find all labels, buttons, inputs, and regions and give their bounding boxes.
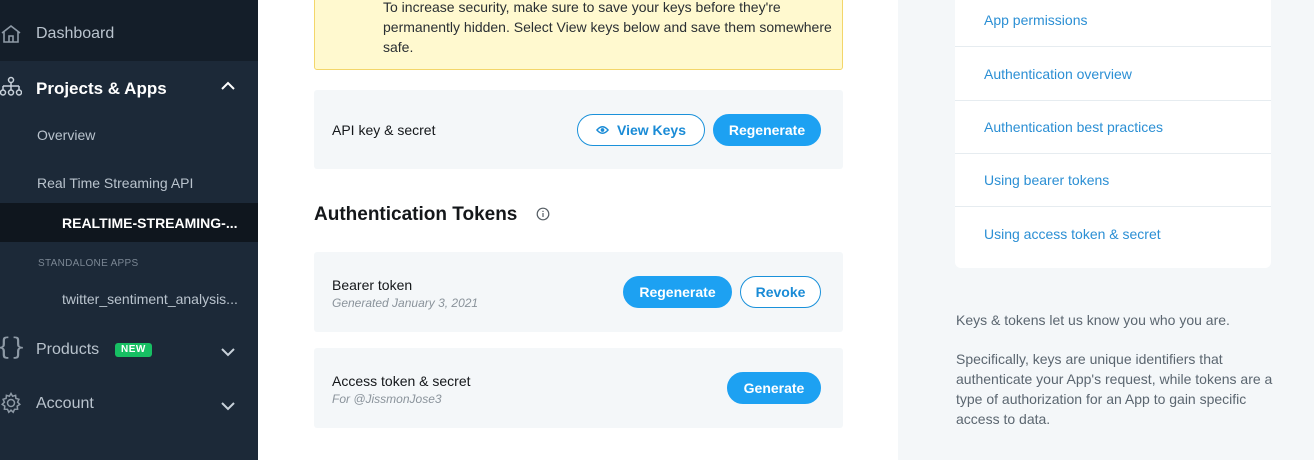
api-keys-card: API key & secret View Keys Regenerate <box>314 90 843 169</box>
access-token-label: Access token & secret <box>332 373 471 389</box>
view-keys-label: View Keys <box>616 122 686 138</box>
sidebar-item-standalone-app[interactable]: twitter_sentiment_analysis... <box>62 291 238 307</box>
sidebar-item-account[interactable]: Account <box>0 384 258 424</box>
help-link-label: Authentication overview <box>984 66 1132 82</box>
sidebar-item-label: Account <box>36 395 94 412</box>
help-links-card: App permissions Authentication overview … <box>955 0 1271 268</box>
new-badge: NEW <box>115 343 152 357</box>
chevron-down-icon[interactable] <box>220 398 236 414</box>
sidebar-top-strip <box>0 0 258 7</box>
project-tree-icon <box>0 76 22 98</box>
chevron-up-icon[interactable] <box>220 78 236 94</box>
help-link-authentication-overview[interactable]: Authentication overview <box>955 48 1271 101</box>
help-link-label: Using bearer tokens <box>984 172 1110 188</box>
help-link-bearer-tokens[interactable]: Using bearer tokens <box>955 154 1271 207</box>
api-keys-label: API key & secret <box>332 122 436 138</box>
sidebar-item-label: Dashboard <box>36 25 115 42</box>
sidebar-item-overview[interactable]: Overview <box>37 127 95 143</box>
access-token-owner: For @JissmonJose3 <box>332 392 442 406</box>
access-token-card: Access token & secret For @JissmonJose3 … <box>314 348 843 428</box>
help-link-app-permissions[interactable]: App permissions <box>955 0 1271 47</box>
braces-icon: {} <box>0 333 26 361</box>
regenerate-api-keys-button[interactable]: Regenerate <box>713 114 821 146</box>
revoke-bearer-button[interactable]: Revoke <box>740 276 821 308</box>
help-link-label: App permissions <box>984 12 1088 28</box>
help-link-access-token-secret[interactable]: Using access token & secret <box>955 207 1271 260</box>
help-link-label: Authentication best practices <box>984 119 1163 135</box>
bearer-token-label: Bearer token <box>332 277 413 293</box>
security-notice: To increase security, make sure to save … <box>314 0 843 70</box>
help-description-intro: Keys & tokens let us know you who you ar… <box>956 312 1230 328</box>
help-description-detail: Specifically, keys are unique identifier… <box>956 351 1273 427</box>
bearer-token-date: Generated January 3, 2021 <box>332 296 479 310</box>
info-icon[interactable] <box>536 207 550 221</box>
bearer-token-card: Bearer token Generated January 3, 2021 R… <box>314 252 843 332</box>
sidebar-item-project[interactable]: Real Time Streaming API <box>37 175 193 191</box>
eye-icon <box>595 126 609 134</box>
generate-access-token-button[interactable]: Generate <box>727 372 821 404</box>
sidebar-item-dashboard[interactable]: Dashboard <box>0 7 258 61</box>
sidebar: Dashboard Projects & Apps Overview Real … <box>0 0 258 460</box>
standalone-apps-caption: STANDALONE APPS <box>38 258 139 269</box>
sidebar-item-label: Products <box>36 341 100 358</box>
chevron-down-icon[interactable] <box>220 344 236 360</box>
notice-text: To increase security, make sure to save … <box>383 0 832 55</box>
sidebar-item-label: Projects & Apps <box>36 79 167 98</box>
sidebar-item-label: REALTIME-STREAMING-... <box>62 215 238 231</box>
view-keys-button[interactable]: View Keys <box>577 114 705 146</box>
help-link-auth-best-practices[interactable]: Authentication best practices <box>955 101 1271 154</box>
gear-icon <box>0 392 22 414</box>
section-title: Authentication Tokens <box>314 204 518 225</box>
sidebar-item-projects-apps[interactable]: Projects & Apps <box>0 66 258 110</box>
help-link-label: Using access token & secret <box>984 225 1161 242</box>
regenerate-bearer-button[interactable]: Regenerate <box>623 276 732 308</box>
sidebar-item-active-app[interactable]: REALTIME-STREAMING-... <box>0 203 258 242</box>
home-icon <box>0 23 22 45</box>
